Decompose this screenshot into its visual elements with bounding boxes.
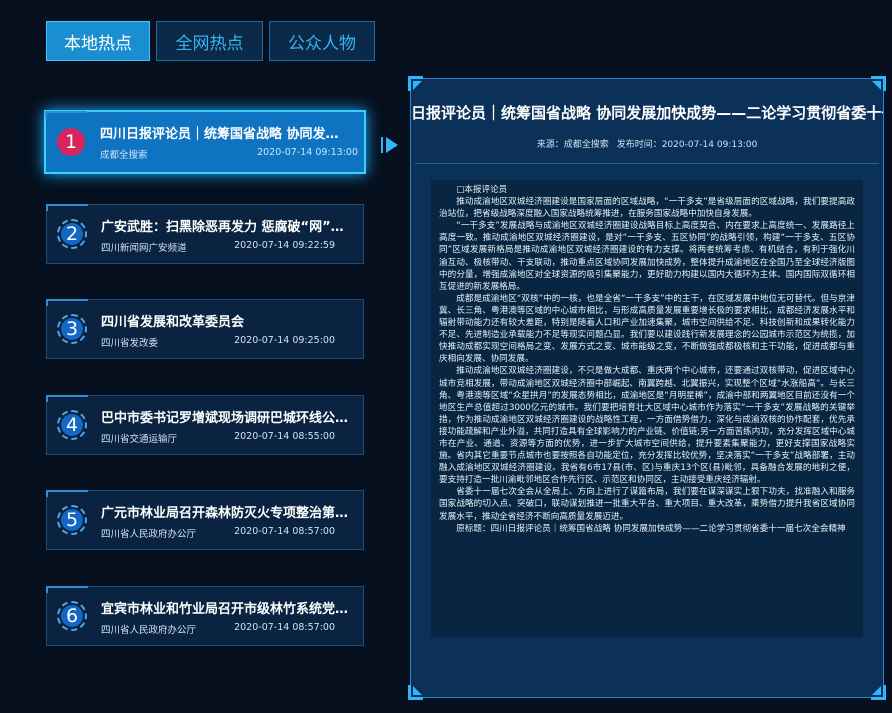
tab-public-figures[interactable]: 公众人物 bbox=[269, 21, 375, 61]
tab-web-hotspot[interactable]: 全网热点 bbox=[156, 21, 263, 61]
article-time: 发布时间：2020-07-14 09:13:00 bbox=[616, 140, 758, 150]
list-item[interactable]: 6 宜宾市林业和竹业局召开市级林竹系统党风... 四川省人民政府办公厅 2020… bbox=[46, 586, 364, 646]
rank-badge: 3 bbox=[57, 314, 87, 344]
item-source: 四川省发改委 bbox=[101, 338, 159, 349]
item-source: 四川省人民政府办公厅 bbox=[101, 625, 197, 636]
article-paragraph: 推动成渝地区双城经济圈建设是国家层面的区域战略，“一干多支”是省级层面的区域战略… bbox=[439, 197, 855, 220]
item-title: 广安武胜：扫黑除恶再发力 惩腐破“网”不... bbox=[101, 220, 349, 235]
article-body[interactable]: □本报评论员 推动成渝地区双城经济圈建设是国家层面的区域战略，“一干多支”是省级… bbox=[431, 180, 863, 637]
list-item[interactable]: 2 广安武胜：扫黑除恶再发力 惩腐破“网”不... 四川新闻网广安频道 2020… bbox=[46, 204, 364, 264]
corner-decoration bbox=[872, 686, 881, 695]
rank-badge: 4 bbox=[57, 410, 87, 440]
article-paragraph: 省委十一届七次全会从全局上、方向上进行了谋篇布局，我们要在谋深谋实上狠下功夫，找… bbox=[439, 487, 855, 522]
item-time: 2020-07-14 09:22:59 bbox=[234, 240, 335, 251]
rank-badge: 5 bbox=[57, 505, 87, 535]
item-time: 2020-07-14 08:57:00 bbox=[234, 622, 335, 633]
item-title: 四川日报评论员｜统筹国省战略 协同发展... bbox=[100, 127, 350, 142]
article-title: 四川日报评论员｜统筹国省战略 协同发展加快成势——二论学习贯彻省委十一届七次全会… bbox=[411, 104, 883, 122]
list-item[interactable]: 5 广元市林业局召开森林防灭火专项整治第二... 四川省人民政府办公厅 2020… bbox=[46, 490, 364, 550]
rank-badge: 2 bbox=[57, 219, 87, 249]
item-source: 四川省人民政府办公厅 bbox=[101, 529, 197, 540]
item-title: 广元市林业局召开森林防灭火专项整治第二... bbox=[101, 506, 349, 521]
list-item[interactable]: 1 四川日报评论员｜统筹国省战略 协同发展... 成都全搜索 2020-07-1… bbox=[44, 110, 366, 174]
article-paragraph: □本报评论员 bbox=[456, 185, 508, 195]
tab-local-hotspot[interactable]: 本地热点 bbox=[46, 21, 150, 61]
divider bbox=[415, 163, 879, 164]
article-paragraph: 推动成渝地区双城经济圈建设，不只是做大成都、重庆两个中心城市，还要通过双核带动，… bbox=[439, 366, 855, 486]
corner-decoration bbox=[872, 81, 881, 90]
article-source: 来源：成都全搜索 bbox=[536, 140, 609, 150]
tab-bar: 本地热点 全网热点 公众人物 bbox=[46, 21, 375, 61]
article-paragraph: 原标题：四川日报评论员｜统筹国省战略 协同发展加快成势——二论学习贯彻省委十一届… bbox=[456, 523, 846, 534]
corner-decoration bbox=[413, 686, 422, 695]
active-pointer-icon bbox=[381, 137, 398, 153]
article-meta: 来源：成都全搜索 发布时间：2020-07-14 09:13:00 bbox=[411, 137, 883, 150]
rank-badge: 6 bbox=[57, 601, 87, 631]
item-source: 四川省交通运输厅 bbox=[101, 434, 178, 445]
item-time: 2020-07-14 08:55:00 bbox=[234, 431, 335, 442]
list-item[interactable]: 3 四川省发展和改革委员会 四川省发改委 2020-07-14 09:25:00 bbox=[46, 299, 364, 359]
rank-badge: 1 bbox=[56, 127, 86, 157]
article-paragraph: “一干多支”发展战略与成渝地区双城经济圈建设战略目标上高度契合、内在要求上高度统… bbox=[439, 221, 855, 292]
corner-decoration bbox=[413, 81, 422, 90]
item-source: 四川新闻网广安频道 bbox=[101, 243, 187, 254]
item-time: 2020-07-14 09:25:00 bbox=[234, 335, 335, 346]
item-title: 宜宾市林业和竹业局召开市级林竹系统党风... bbox=[101, 602, 349, 617]
detail-panel: 四川日报评论员｜统筹国省战略 协同发展加快成势——二论学习贯彻省委十一届七次全会… bbox=[408, 76, 886, 700]
item-time: 2020-07-14 09:13:00 bbox=[257, 147, 358, 158]
item-time: 2020-07-14 08:57:00 bbox=[234, 526, 335, 537]
list-item[interactable]: 4 巴中市委书记罗增斌现场调研巴城环线公路... 四川省交通运输厅 2020-0… bbox=[46, 395, 364, 455]
item-title: 巴中市委书记罗增斌现场调研巴城环线公路... bbox=[101, 411, 349, 426]
article-paragraph: 成都是成渝地区“双核”中的一核，也是全省“一干多支”中的主干，在区域发展中地位无… bbox=[439, 293, 855, 365]
item-title: 四川省发展和改革委员会 bbox=[101, 315, 245, 330]
item-source: 成都全搜索 bbox=[100, 150, 148, 161]
